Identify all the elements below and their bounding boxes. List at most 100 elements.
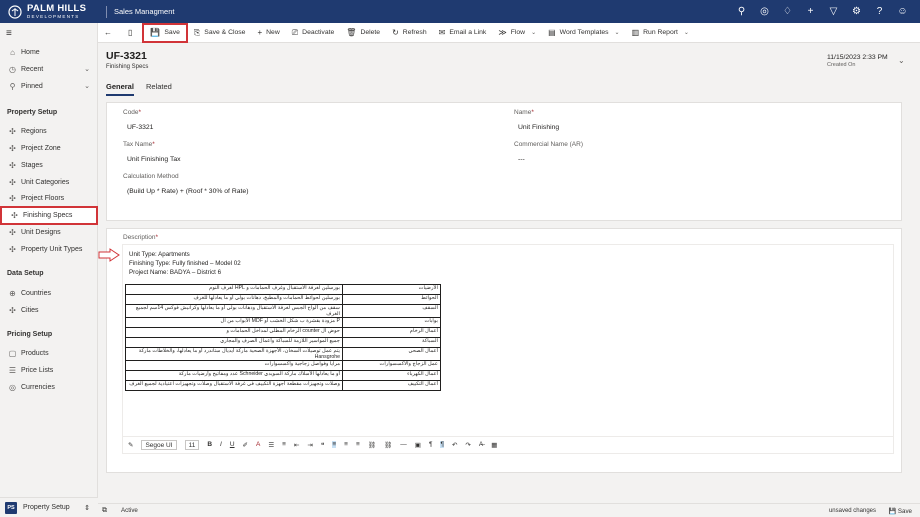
align-center-icon[interactable]: ≡ [344,441,348,448]
align-right-icon[interactable]: ≡ [356,441,360,448]
sidebar-item-project-zone[interactable]: ✣ Project Zone [0,140,98,156]
chevron-down-icon[interactable]: ⌄ [84,82,90,90]
record-view-button[interactable]: ▯ [122,24,142,42]
tab-related[interactable]: Related [146,82,172,96]
filter-icon[interactable]: ▽ [822,6,845,17]
bullet-list-icon[interactable]: ☰ [268,441,274,449]
bold-icon[interactable]: B [207,441,212,448]
sidebar-item-products[interactable]: ▢ Products [0,345,98,361]
sidebar-item-recent[interactable]: ◷ Recent ⌄ [0,61,98,77]
brand-logo[interactable]: PALM HILLS DEVELOPMENTS [0,0,104,23]
app-title[interactable]: Sales Managment [114,7,174,16]
description-line-finishing-type: Finishing Type: Fully finished – Model 0… [129,260,241,267]
sidebar-heading-property-setup: Property Setup [7,109,58,116]
clear-format-icon[interactable]: A̶ [479,441,483,448]
chevron-down-icon[interactable]: ⌄ [84,65,90,73]
status-state: Active [121,507,138,514]
flow-icon: ≫ [498,28,507,37]
ltr-icon[interactable]: ¶ [429,441,433,448]
increase-indent-icon[interactable]: ⇥ [307,441,312,449]
unlink-icon[interactable]: ⛓ [384,441,392,449]
list-icon: ☰ [8,365,17,375]
save-close-button[interactable]: ⎘ Save & Close [188,24,252,42]
trash-icon: 🗑 [346,28,357,37]
tab-general[interactable]: General [106,82,134,96]
underline-icon[interactable]: U [230,441,235,448]
status-save-button[interactable]: 💾 Save [888,507,912,515]
sidebar-item-pinned[interactable]: ⚲ Pinned ⌄ [0,78,98,94]
deactivate-button[interactable]: ⎚ Deactivate [286,24,341,42]
user-icon[interactable]: ☺ [891,6,914,17]
top-icons: ⚲ ◎ ♢ + ▽ ⚙ ? ☺ [730,0,914,23]
commercial-name-field[interactable]: --- [518,156,525,163]
sidebar-item-cities[interactable]: ✣ Cities [0,302,98,318]
chevron-down-icon: ⌄ [531,30,537,36]
font-size-select[interactable]: 11 [184,439,200,450]
lightbulb-icon[interactable]: ♢ [776,6,799,17]
refresh-button[interactable]: ↻ Refresh [386,24,433,42]
help-icon[interactable]: ? [868,6,891,17]
sidebar-item-project-floors[interactable]: ✣ Project Floors [0,190,98,206]
sidebar-item-unit-categories[interactable]: ✣ Unit Categories [0,174,98,190]
assistant-icon[interactable]: ◎ [753,6,776,17]
top-bar: PALM HILLS DEVELOPMENTS Sales Managment … [0,0,920,23]
image-icon[interactable]: ▣ [415,441,421,449]
paint-format-icon[interactable]: ✎ [128,441,133,449]
sidebar-item-stages[interactable]: ✣ Stages [0,157,98,173]
sidebar-item-home[interactable]: ⌂ Home [0,44,98,60]
header-created-on: 11/15/2023 2:33 PM Created On [827,54,888,68]
code-field[interactable]: UF-3321 [127,124,153,131]
puzzle-icon: ✣ [9,160,16,170]
name-field[interactable]: Unit Finishing [518,124,559,131]
numbered-list-icon[interactable]: ≡ [282,441,286,448]
sidebar-item-price-lists[interactable]: ☰ Price Lists [0,362,98,378]
flow-button[interactable]: ≫ Flow ⌄ [492,24,542,42]
area-switcher[interactable]: PS Property Setup ⇕ [0,497,98,517]
sidebar-item-countries[interactable]: ⊕ Countries [0,285,98,301]
open-window-icon[interactable]: ⧉ [102,507,107,515]
run-report-button[interactable]: ▥ Run Report ⌄ [626,24,695,42]
chevron-updown-icon: ⇕ [84,504,90,512]
name-label: Name* [514,109,534,116]
horizontal-line-icon[interactable]: — [400,441,407,448]
font-select[interactable]: Segoe UI [141,439,177,450]
puzzle-icon: ✣ [11,211,18,220]
hamburger-icon[interactable]: ≡ [6,28,12,39]
save-button[interactable]: 💾 Save [142,22,188,43]
align-left-icon[interactable]: ≡ [332,441,337,448]
finishing-spec-table: بورسلين لغرفة الاستقبال وغرف الحمامات و … [125,284,441,391]
delete-button[interactable]: 🗑 Delete [340,24,386,42]
new-button[interactable]: + New [251,24,285,42]
decrease-indent-icon[interactable]: ⇤ [294,441,299,449]
sidebar-item-currencies[interactable]: ◎ Currencies [0,379,98,395]
search-icon[interactable]: ⚲ [730,6,753,17]
spec-detail-cell: بورسلين لحوائط الحمامات والمطبخ، دهانات … [125,294,343,305]
header-expand-icon[interactable]: ⌄ [898,56,905,65]
link-icon[interactable]: ⛓ [368,441,376,449]
quote-icon[interactable]: ❝ [321,441,325,449]
editor-toolbar: ✎ Segoe UI 11 B I U ✐ A ☰ ≡ ⇤ ⇥ ❝ ≡ ≡ ≡ … [122,436,894,452]
plus-icon[interactable]: + [799,6,822,17]
word-icon: ▤ [548,28,556,37]
email-link-button[interactable]: ✉ Email a Link [433,24,493,42]
tax-name-field[interactable]: Unit Finishing Tax [127,156,181,163]
redo-icon[interactable]: ↷ [465,441,470,449]
spec-detail-cell: حوض ال counter الرخام المطلي لمداخل الحم… [125,327,343,338]
spec-item-cell: السقف [342,304,441,318]
word-templates-button[interactable]: ▤ Word Templates ⌄ [542,24,625,42]
font-color-icon[interactable]: A [256,441,260,448]
refresh-icon: ↻ [392,28,399,37]
settings-icon[interactable]: ⚙ [845,6,868,17]
italic-icon[interactable]: I [220,441,222,448]
sidebar-item-unit-designs[interactable]: ✣ Unit Designs [0,224,98,240]
table-icon[interactable]: ▦ [491,441,497,449]
back-button[interactable]: ← [98,24,122,42]
highlight-icon[interactable]: ✐ [243,441,248,449]
sidebar-item-regions[interactable]: ✣ Regions [0,123,98,139]
rtl-icon[interactable]: ¶ [440,441,444,448]
sidebar-item-property-unit-types[interactable]: ✣ Property Unit Types [0,241,98,257]
undo-icon[interactable]: ↶ [452,441,457,449]
sidebar-item-finishing-specs[interactable]: ✣ Finishing Specs [0,206,98,225]
sidebar: ≡ ⌂ Home ◷ Recent ⌄ ⚲ Pinned ⌄ Property Setup… [0,23,98,517]
calculation-method-field[interactable]: (Build Up * Rate) + (Roof * 30% of Rate) [127,188,248,195]
